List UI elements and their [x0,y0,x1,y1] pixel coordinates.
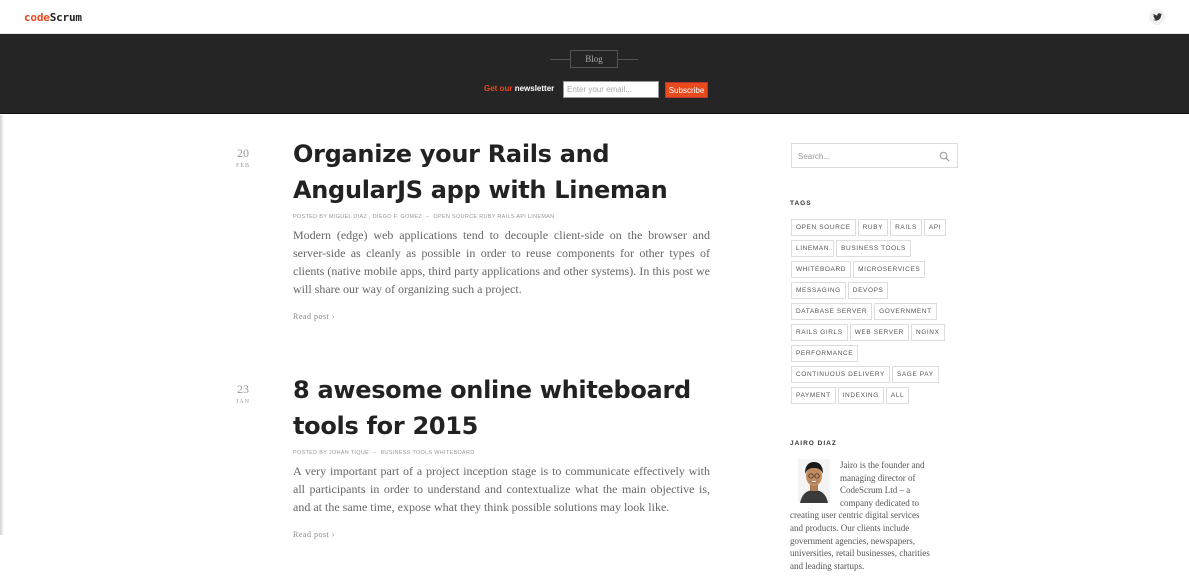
tag-link[interactable]: WEB SERVER [849,324,909,341]
tag-link[interactable]: LINEMAN [791,240,835,257]
tag-row: MESSAGING DEVOPS [791,282,961,303]
tag-link[interactable]: RUBY [857,219,889,236]
tag-row: LINEMAN BUSINESS TOOLS [791,240,961,261]
tag-row: PAYMENT INDEXING ALL [791,387,961,408]
post-excerpt: A very important part of a project incep… [293,464,710,514]
author-box: Jairo is the founder and managing directo… [790,459,958,572]
author-bio-line: and leading startups. [790,560,865,571]
post-title[interactable]: 8 awesome online whiteboard tools for 20… [293,372,713,444]
newsletter-prefix: Get our [484,84,513,93]
top-bar: codeScrum [0,0,1189,34]
author-avatar [798,459,830,503]
post-title[interactable]: Organize your Rails and AngularJS app wi… [293,136,713,208]
tag-link[interactable]: OPEN SOURCE [791,219,856,236]
tag-link[interactable]: API [923,219,947,236]
tag-row: DATABASE SERVER GOVERNMENT [791,303,961,324]
post-author[interactable]: POSTED BY JOHAN TIQUE [293,450,369,456]
post-title-line: Organize your Rails and [293,140,610,168]
tag-link[interactable]: SAGE PAY [891,366,939,383]
tag-link[interactable]: DEVOPS [847,282,889,299]
blog-divider-left [550,59,570,60]
codescrum-logo[interactable]: codeScrum [24,11,82,24]
tag-link[interactable]: MICROSERVICES [853,261,926,278]
post-date-day: 23 [237,382,249,396]
author-bio-line: universities, retail businesses, chariti… [790,548,930,559]
search-icon[interactable] [939,151,950,162]
post-date-month: FEB [235,163,250,169]
post-tags[interactable]: OPEN SOURCE RUBY RAILS API LINEMAN [433,214,554,220]
author-bio-line: government agencies, newspapers, [790,535,915,546]
tag-link[interactable]: PAYMENT [791,387,836,404]
newsletter-word: newsletter [514,84,555,93]
tag-link[interactable]: WHITEBOARD [791,261,852,278]
tag-row: WHITEBOARD MICROSERVICES [791,261,961,282]
post-date: 23 JAN [233,382,253,405]
tag-link[interactable]: RAILS GIRLS [791,324,848,341]
tag-cloud: OPEN SOURCE RUBY RAILS API LINEMAN BUSINESS T… [791,219,961,408]
tags-heading: TAGS [790,200,812,207]
read-post-link[interactable]: Read post › [293,530,335,539]
tag-link[interactable]: NGINX [910,324,945,341]
read-post-link[interactable]: Read post › [293,312,335,321]
tag-link[interactable]: GOVERNMENT [874,303,937,320]
tag-link[interactable]: MESSAGING [791,282,846,299]
post-title-line: 8 awesome online whiteboard [293,376,691,404]
post-date-month: JAN [235,399,250,405]
email-input[interactable] [563,81,659,98]
logo-scrum-text: Scrum [49,11,82,24]
post-title-line: tools for 2015 [293,412,479,440]
author-bio-line: and products. Our clients include [790,522,910,533]
newsletter-header: Blog Get our newsletter Subscribe [0,34,1189,114]
tag-row: PERFORMANCE [791,345,961,366]
subscribe-button[interactable]: Subscribe [665,82,708,98]
newsletter-label: Get our newsletter [484,84,554,93]
post-author[interactable]: POSTED BY MIGUEL DIAZ , DIEGO F. GOMEZ [293,214,422,220]
tag-row: OPEN SOURCE RUBY RAILS API [791,219,961,240]
left-edge-shadow [0,115,4,535]
search-input[interactable] [798,150,938,162]
author-bio-line: creating user centric digital services [790,510,920,521]
tag-link[interactable]: BUSINESS TOOLS [836,240,911,257]
logo-code-text: code [24,11,50,24]
tag-link[interactable]: ALL [885,387,910,404]
tag-link[interactable]: PERFORMANCE [791,345,859,362]
post-meta: POSTED BY JOHAN TIQUE – BUSINESS TOOLS WHI… [293,450,475,456]
tag-link[interactable]: CONTINUOUS DELIVERY [791,366,890,383]
tag-link[interactable]: DATABASE SERVER [791,303,873,320]
tag-link[interactable]: RAILS [890,219,922,236]
post-date-day: 20 [237,146,249,160]
post-title-line: AngularJS app with Lineman [293,176,668,204]
tag-row: RAILS GIRLS WEB SERVER NGINX [791,324,961,345]
post-meta: POSTED BY MIGUEL DIAZ , DIEGO F. GOMEZ – O… [293,214,555,220]
twitter-icon[interactable] [1149,9,1165,25]
tag-row: CONTINUOUS DELIVERY SAGE PAY [791,366,961,387]
blog-tab[interactable]: Blog [570,50,618,68]
post-tags[interactable]: BUSINESS TOOLS WHITEBOARD [380,450,474,456]
search-box [791,143,958,168]
author-heading: JAIRO DIAZ [790,440,837,447]
post-excerpt: Modern (edge) web applications tend to d… [293,228,710,296]
post-date: 20 FEB [233,146,253,169]
blog-post: 8 awesome online whiteboard tools for 20… [293,372,713,542]
blog-post: Organize your Rails and AngularJS app wi… [293,136,713,324]
blog-divider-right [618,59,638,60]
tag-link[interactable]: INDEXING [837,387,884,404]
